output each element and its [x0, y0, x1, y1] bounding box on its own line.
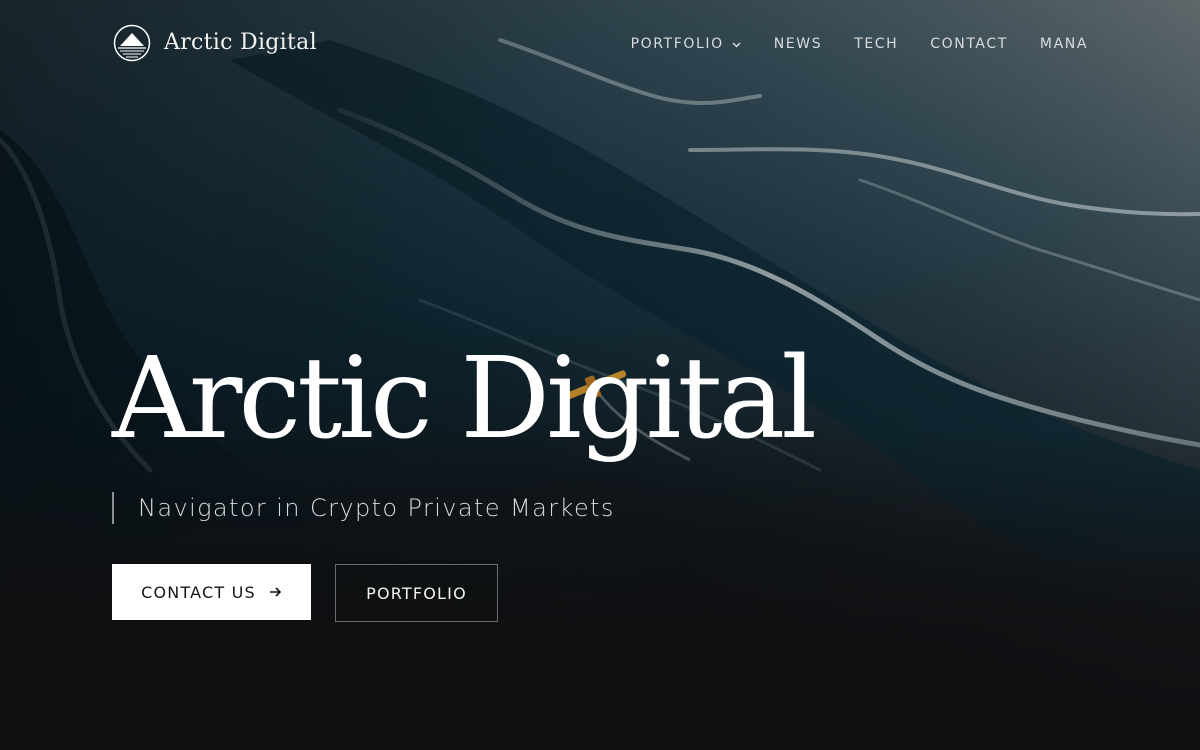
nav-item-label: CONTACT — [930, 36, 1008, 52]
nav-item-tech[interactable]: TECH — [854, 34, 898, 54]
landing-page: Arctic Digital PORTFOLIO NEWS TECH CONTA… — [0, 0, 1200, 750]
tagline-divider — [112, 492, 114, 524]
brand-name: Arctic Digital — [164, 30, 317, 55]
nav-item-label: NEWS — [773, 36, 823, 52]
site-header: Arctic Digital PORTFOLIO NEWS TECH CONTA… — [0, 0, 1200, 88]
chevron-down-icon — [732, 41, 741, 48]
hero-title: Arctic Digital — [112, 334, 817, 464]
arrow-right-icon — [269, 587, 282, 597]
nav-item-label: TECH — [854, 36, 899, 52]
portfolio-button-label: PORTFOLIO — [366, 583, 467, 603]
contact-us-button[interactable]: CONTACT US — [112, 564, 311, 620]
hero-tagline-block: Navigator in Crypto Private Markets — [112, 492, 615, 524]
nav-item-label: MANA — [1039, 36, 1088, 52]
nav-item-label: PORTFOLIO — [630, 36, 724, 52]
nav-item-mana[interactable]: MANA — [1040, 34, 1088, 54]
nav-item-portfolio[interactable]: PORTFOLIO — [631, 34, 742, 54]
brand-home-link[interactable]: Arctic Digital — [113, 24, 317, 62]
hero-tagline: Navigator in Crypto Private Markets — [138, 494, 615, 522]
mountain-sunrise-circle-icon — [113, 24, 151, 62]
portfolio-button[interactable]: PORTFOLIO — [335, 564, 498, 622]
nav-item-contact[interactable]: CONTACT — [930, 34, 1008, 54]
contact-us-label: CONTACT US — [141, 582, 256, 602]
main-nav: PORTFOLIO NEWS TECH CONTACT MANA — [631, 34, 1088, 54]
nav-item-news[interactable]: NEWS — [774, 34, 822, 54]
